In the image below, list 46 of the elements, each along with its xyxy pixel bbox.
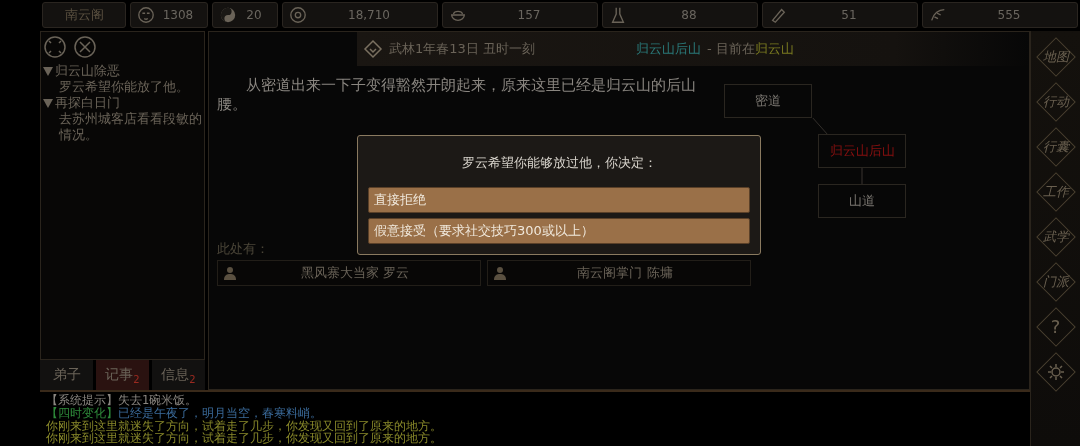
scroll-icon xyxy=(769,6,787,24)
mask-icon xyxy=(137,6,155,24)
stat-value: 1308 xyxy=(161,8,195,22)
person-icon xyxy=(224,266,236,280)
npc-button[interactable]: 南云阁掌门 陈墉 xyxy=(487,260,751,286)
person-icon xyxy=(494,266,506,280)
choice-option[interactable]: 假意接受（要求社交技巧300或以上） xyxy=(368,218,750,244)
scene-description: 从密道出来一下子变得豁然开朗起来，原来这里已经是归云山的后山腰。 xyxy=(217,76,697,114)
map-node[interactable]: 山道 xyxy=(818,184,906,218)
npc-button[interactable]: 黑风寨大当家 罗云 xyxy=(217,260,481,286)
dialog-prompt: 罗云希望你能够放过他，你决定： xyxy=(460,154,658,172)
flask-icon xyxy=(609,6,627,24)
expand-arrow-icon[interactable] xyxy=(43,98,53,108)
quest-title[interactable]: 再探白日门 xyxy=(55,95,120,111)
map-node[interactable]: 密道 xyxy=(724,84,812,118)
quest-title[interactable]: 归云山除恶 xyxy=(55,63,120,79)
stat-value: 18,710 xyxy=(347,8,391,22)
choice-option[interactable]: 直接拒绝 xyxy=(368,187,750,213)
log-line: 【系统提示】失去1碗米饭。 xyxy=(46,394,199,407)
region-name: 归云山 xyxy=(754,40,794,58)
stat-value: 51 xyxy=(840,8,858,22)
map-node[interactable]: 归云山后山 xyxy=(818,134,906,168)
quest-description: 去苏州城客店看看段敏的情况。 xyxy=(58,111,202,143)
stat-value: 20 xyxy=(245,8,263,22)
stat-value: 88 xyxy=(680,8,698,22)
log-line: 【四时变化】已经是午夜了，明月当空，春寒料峭。 xyxy=(46,406,323,420)
settings-icon[interactable] xyxy=(1045,362,1066,382)
map-connector xyxy=(812,118,828,134)
log-line: 你刚来到这里就迷失了方向，试着走了几步，你发现又回到了原来的地方。 xyxy=(46,432,443,446)
stat-value: 157 xyxy=(516,8,542,22)
expand-arrow-icon[interactable] xyxy=(43,66,53,76)
log-line: 你刚来到这里就迷失了方向，试着走了几步，你发现又回到了原来的地方。 xyxy=(46,419,443,433)
location-name: 归云山后山 xyxy=(635,40,701,58)
here-label: 此处有： xyxy=(217,240,270,258)
close-icon[interactable] xyxy=(73,35,97,59)
location-label: - 目前在 xyxy=(706,40,755,58)
tab[interactable]: 弟子 xyxy=(40,360,93,390)
quest-description: 罗云希望你能放了他。 xyxy=(58,79,190,95)
tab[interactable]: 信息$_{2}$ xyxy=(152,360,205,390)
diamond-icon xyxy=(363,39,383,59)
tab[interactable]: 记事$_{2}$ xyxy=(96,360,149,390)
yinyang-icon xyxy=(219,6,237,24)
expand-icon[interactable] xyxy=(43,35,67,59)
sect-name: 南云阁 xyxy=(42,2,126,28)
coin-icon xyxy=(289,6,307,24)
stat-value: 555 xyxy=(996,8,1022,22)
